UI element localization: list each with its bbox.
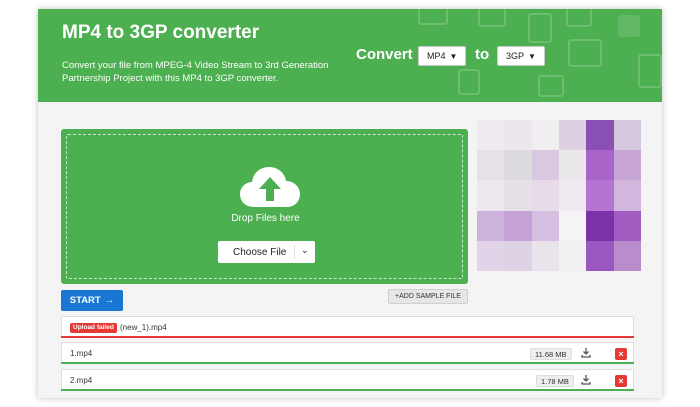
decor-file-icon (478, 9, 506, 27)
add-sample-label: ADD SAMPLE FILE (399, 293, 461, 300)
file-row: 1.mp4 11.68 MB × (61, 342, 634, 364)
button-divider (294, 245, 295, 259)
progress-bar-complete (61, 362, 634, 364)
file-name: 2.mp4 (70, 376, 93, 385)
decor-chart-icon (618, 15, 640, 37)
page-description: Convert your file from MPEG-4 Video Stre… (62, 60, 329, 84)
decor-file-icon (638, 54, 662, 88)
to-label: to (475, 46, 490, 63)
start-button[interactable]: START → (61, 290, 123, 311)
converter-window: MP4 to 3GP converter Convert your file f… (38, 9, 662, 398)
from-format-value: MP4 (427, 51, 446, 61)
close-icon: × (618, 349, 624, 359)
chevron-down-icon: ▼ (449, 51, 458, 61)
upload-cloud-icon (240, 167, 300, 207)
decor-pdf-icon (568, 39, 602, 67)
decor-file-icon (528, 13, 552, 43)
decor-file-icon (538, 75, 564, 97)
file-size: 1.78 MB (536, 375, 574, 387)
file-row: 2.mp4 1.78 MB × (61, 369, 634, 391)
decor-file-icon (566, 9, 592, 27)
page-title: MP4 to 3GP converter (62, 22, 260, 43)
download-icon[interactable] (580, 347, 592, 359)
to-format-value: 3GP (506, 51, 525, 61)
file-drop-zone[interactable]: Drop Files here Choose File ⌄ (61, 129, 468, 284)
progress-bar-failed (61, 336, 634, 338)
chevron-down-icon[interactable]: ⌄ (301, 245, 309, 256)
choose-file-button[interactable]: Choose File ⌄ (218, 241, 315, 263)
remove-file-button[interactable]: × (615, 375, 627, 387)
start-label: START (69, 295, 101, 306)
upload-failed-badge: Upload failed (70, 323, 117, 333)
drop-zone-border: Drop Files here Choose File ⌄ (66, 134, 463, 279)
choose-file-label: Choose File (233, 246, 287, 258)
close-icon: × (618, 376, 624, 386)
file-name: (new_1).mp4 (120, 323, 167, 332)
download-icon[interactable] (580, 374, 592, 386)
chevron-down-icon: ▼ (528, 51, 536, 61)
decor-file-icon (458, 69, 480, 95)
add-sample-file-button[interactable]: + ADD SAMPLE FILE (388, 289, 468, 304)
progress-bar-complete (61, 389, 634, 391)
from-format-select[interactable]: MP4 ▼ (418, 46, 466, 66)
drop-files-text: Drop Files here (231, 213, 300, 224)
pixelated-ad-image (477, 120, 641, 271)
remove-file-button[interactable]: × (615, 348, 627, 360)
file-row-failed: Upload failed (new_1).mp4 (61, 316, 634, 338)
file-size: 11.68 MB (530, 348, 572, 360)
header-banner: MP4 to 3GP converter Convert your file f… (38, 9, 662, 102)
arrow-right-icon: → (104, 295, 115, 306)
convert-label: Convert (356, 46, 413, 63)
file-name: 1.mp4 (70, 349, 93, 358)
decor-file-icon (418, 9, 448, 25)
to-format-select[interactable]: 3GP ▼ (497, 46, 545, 66)
